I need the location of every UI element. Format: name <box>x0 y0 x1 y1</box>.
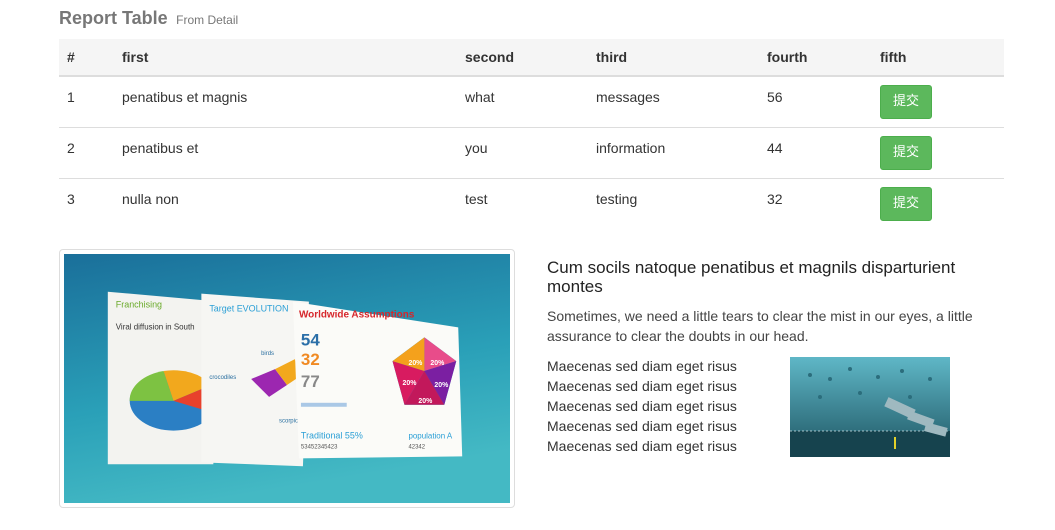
column-header-number: # <box>59 39 114 77</box>
panel2-label-birds: birds <box>261 351 274 357</box>
caption-heading: Cum socils natoque penatibus et magnils … <box>547 258 956 296</box>
panel2-label-crocodiles: crocodiles <box>209 375 236 381</box>
panel1-title: Franchising <box>116 300 162 310</box>
cell-second: what <box>465 89 495 105</box>
panel2-title: Target EVOLUTION <box>209 304 288 314</box>
caption-paragraph: Sometimes, we need a little tears to cle… <box>547 308 973 344</box>
row-number: 2 <box>67 140 75 156</box>
pentagon-pct-4: 20% <box>434 382 448 389</box>
submit-button[interactable]: 提交 <box>880 85 933 119</box>
table-row: 1 penatibus et magnis what messages 56 提… <box>59 76 1004 128</box>
column-header-first: first <box>114 39 457 77</box>
cell-third: information <box>596 140 666 156</box>
row-number: 3 <box>67 191 75 207</box>
cell-first: penatibus et <box>122 140 199 156</box>
traditional-number: 53452345423 <box>301 444 338 450</box>
table-header-row: # first second third fourth fifth <box>59 39 1004 77</box>
panel1-subtitle: Viral diffusion in South <box>116 322 195 331</box>
column-header-fifth: fifth <box>872 39 1004 77</box>
robot-arm-image <box>790 357 950 457</box>
robot-arm-picture <box>790 357 950 457</box>
table-row: 2 penatibus et you information 44 提交 <box>59 127 1004 179</box>
number-32: 32 <box>301 350 320 369</box>
number-54: 54 <box>301 330 320 349</box>
column-header-third: third <box>588 39 759 77</box>
pentagon-pct-5: 20% <box>418 398 432 405</box>
infographic-title: Worldwide Assumptions <box>299 310 415 321</box>
report-table: # first second third fourth fifth 1 pena… <box>59 39 1004 229</box>
page-title: Report Table <box>59 8 168 28</box>
cell-second: you <box>465 140 488 156</box>
cell-fourth: 56 <box>767 89 783 105</box>
pentagon-pct-3: 20% <box>402 380 416 387</box>
infographic-image: Franchising Viral diffusion in South Tar… <box>64 254 510 503</box>
cell-third: testing <box>596 191 638 207</box>
table-row: 3 nulla non test testing 32 提交 <box>59 179 1004 230</box>
row-number: 1 <box>67 89 75 105</box>
cell-fourth: 44 <box>767 140 783 156</box>
cell-third: messages <box>596 89 660 105</box>
column-header-fourth: fourth <box>759 39 872 77</box>
submit-button[interactable]: 提交 <box>880 187 933 221</box>
cell-fourth: 32 <box>767 191 783 207</box>
page-header: Report Table From Detail <box>59 8 238 29</box>
page-subtitle: From Detail <box>176 13 239 27</box>
cell-second: test <box>465 191 488 207</box>
cell-first: penatibus et magnis <box>122 89 248 105</box>
pentagon-pct-2: 20% <box>430 360 444 367</box>
column-header-second: second <box>457 39 588 77</box>
population-number: 42342 <box>408 444 425 450</box>
number-77: 77 <box>301 372 320 391</box>
traditional-label: Traditional 55% <box>301 431 363 441</box>
infographic-thumbnail[interactable]: Franchising Viral diffusion in South Tar… <box>59 249 515 508</box>
pentagon-pct-1: 20% <box>408 360 422 367</box>
population-label: population A <box>408 432 452 441</box>
cell-first: nulla non <box>122 191 179 207</box>
submit-button[interactable]: 提交 <box>880 136 933 170</box>
